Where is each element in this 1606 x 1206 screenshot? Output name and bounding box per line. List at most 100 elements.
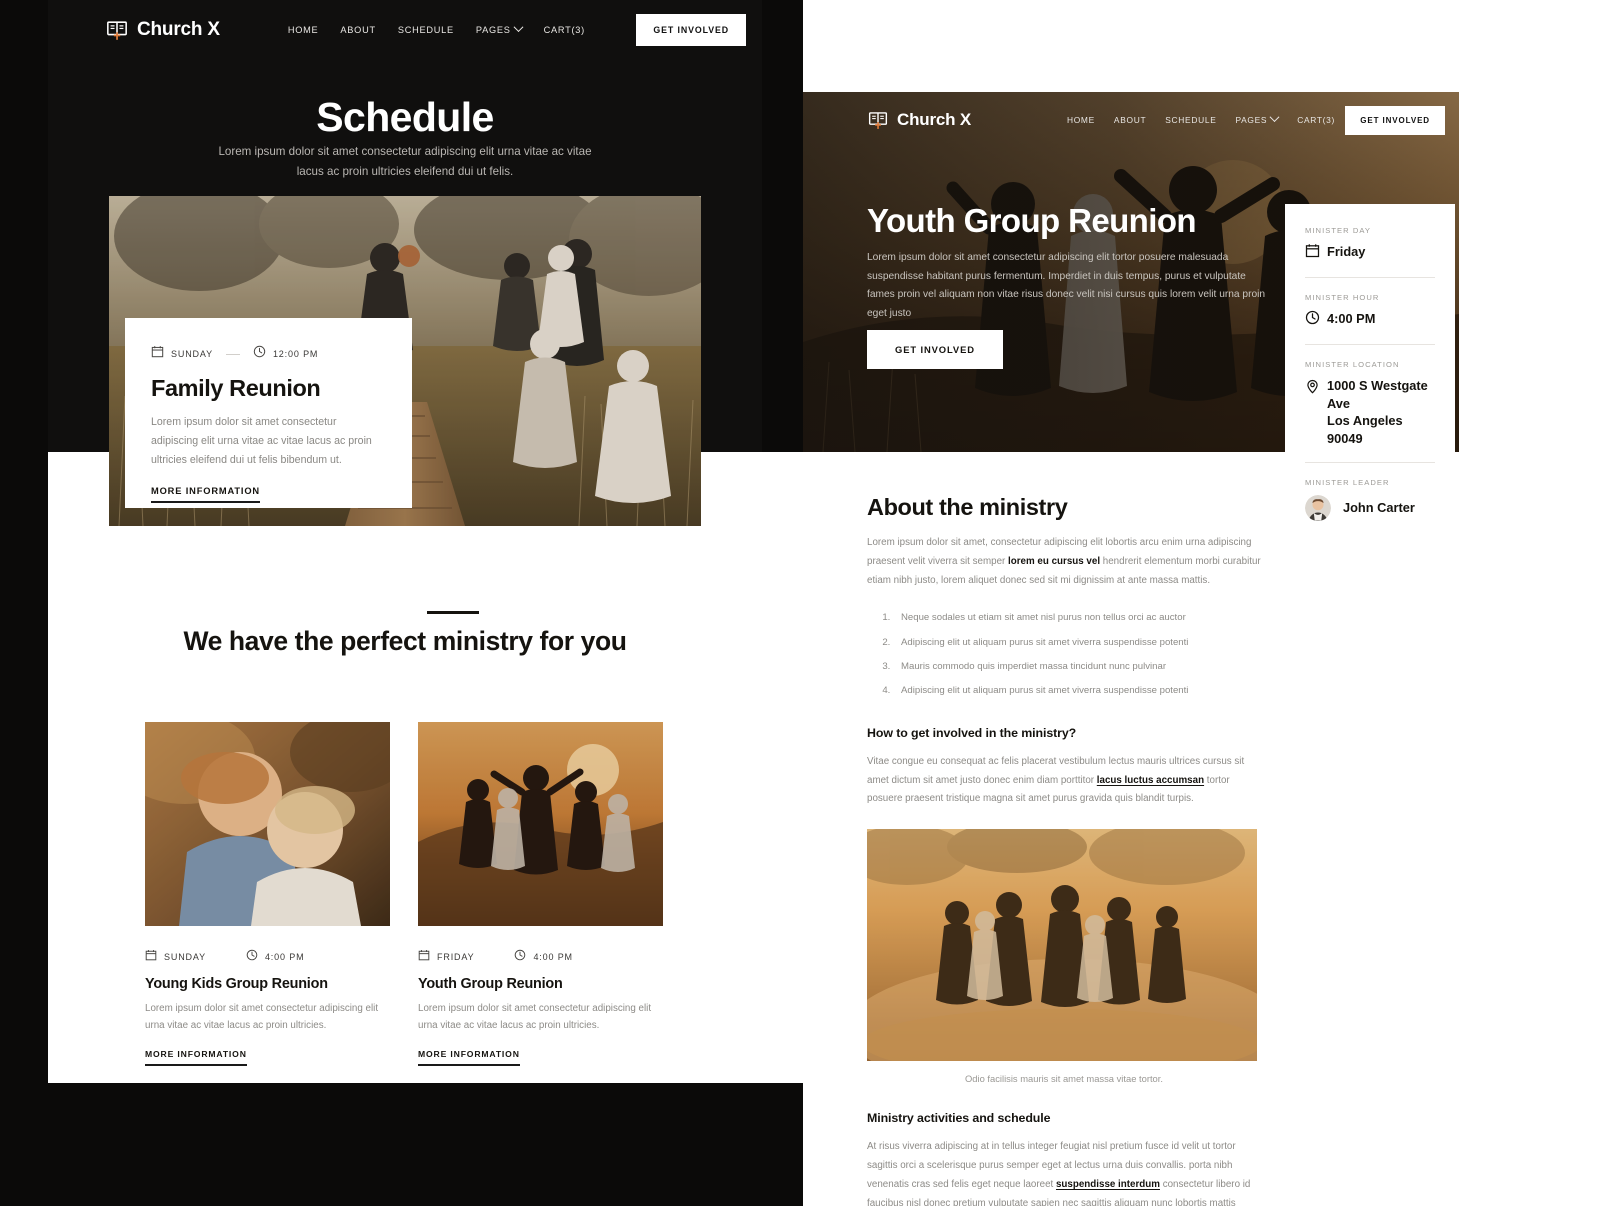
section-rule	[427, 611, 479, 614]
ministry-card-title: Youth Group Reunion	[418, 976, 563, 992]
nav-link-pages-label: PAGES	[1235, 115, 1268, 125]
clock-icon	[514, 948, 526, 966]
nav-link-home[interactable]: HOME	[288, 25, 319, 35]
info-value: John Carter	[1305, 494, 1435, 521]
clock-icon	[246, 948, 258, 966]
ministry-card-time: 4:00 PM	[246, 948, 304, 966]
event-time: 12:00 PM	[253, 345, 318, 363]
list-item: Adipiscing elit ut aliquam purus sit ame…	[893, 635, 1261, 650]
article-about-ministry: About the ministry Lorem ipsum dolor sit…	[867, 494, 1261, 1206]
article-photo	[867, 829, 1257, 1062]
right-page-mockup: Church X HOME ABOUT SCHEDULE PAGES CART(…	[803, 92, 1459, 1206]
get-involved-button[interactable]: GET INVOLVED	[1345, 105, 1445, 135]
article-figure: Odio facilisis mauris sit amet massa vit…	[867, 829, 1261, 1084]
backdrop-block-left-lower	[0, 452, 48, 1206]
map-pin-icon	[1305, 379, 1320, 399]
info-label: MINISTER LEADER	[1305, 477, 1390, 487]
body2-inline-link[interactable]: suspendisse interdum	[1056, 1179, 1160, 1190]
list-item: Mauris commodo quis imperdiet massa tinc…	[893, 659, 1261, 674]
minister-leader-value: John Carter	[1343, 499, 1415, 515]
right-navbar: Church X HOME ABOUT SCHEDULE PAGES CART(…	[803, 92, 1459, 148]
event-time-label: 12:00 PM	[272, 349, 319, 359]
ministry-card-day-label: FRIDAY	[437, 952, 475, 962]
article-intro-paragraph: Lorem ipsum dolor sit amet, consectetur …	[867, 534, 1261, 590]
get-involved-button[interactable]: GET INVOLVED	[636, 14, 746, 46]
avatar	[1305, 494, 1331, 521]
nav-link-cart[interactable]: CART(3)	[1297, 115, 1335, 125]
chevron-down-icon	[1269, 112, 1280, 123]
nav-link-schedule[interactable]: SCHEDULE	[398, 25, 454, 35]
article-subheading-how-to-get-involved: How to get involved in the ministry?	[867, 725, 1077, 740]
ministry-card-meta: FRIDAY 4:00 PM	[418, 948, 663, 966]
brand-name: Church X	[897, 110, 971, 129]
figure-caption: Odio facilisis mauris sit amet massa vit…	[965, 1073, 1163, 1085]
hero-get-involved-button[interactable]: GET INVOLVED	[867, 330, 1003, 369]
info-label: MINISTER LOCATION	[1305, 360, 1400, 369]
calendar-icon	[418, 948, 430, 966]
chevron-down-icon	[513, 22, 524, 33]
nav-link-schedule[interactable]: SCHEDULE	[1165, 115, 1216, 125]
ministry-card-photo	[145, 722, 390, 926]
hero-title: Youth Group Reunion	[867, 202, 1197, 239]
screenshot-canvas: Church X HOME ABOUT SCHEDULE PAGES CART(…	[0, 0, 1606, 1206]
brand-logo[interactable]: Church X	[868, 110, 971, 130]
page-subtitle: Lorem ipsum dolor sit amet consectetur a…	[218, 145, 592, 178]
left-navbar: Church X HOME ABOUT SCHEDULE PAGES CART(…	[48, 0, 762, 60]
info-label: MINISTER HOUR	[1305, 293, 1380, 302]
brand-logo[interactable]: Church X	[106, 19, 220, 41]
ministry-card[interactable]: SUNDAY 4:00 PM Young Kids Group Reunion …	[145, 722, 390, 1066]
ministry-card[interactable]: FRIDAY 4:00 PM Youth Group Reunion Lorem…	[418, 722, 663, 1066]
ministry-card-day: FRIDAY	[418, 948, 474, 966]
nav-link-pages[interactable]: PAGES	[476, 22, 524, 35]
calendar-icon	[151, 345, 164, 363]
article-heading: About the ministry	[867, 494, 1068, 520]
ministry-card-description: Lorem ipsum dolor sit amet consectetur a…	[418, 1003, 652, 1031]
ministry-card-time: 4:00 PM	[514, 948, 572, 966]
ministry-section-heading: We have the perfect ministry for you	[183, 626, 627, 656]
event-meta: SUNDAY 12:00 PM	[151, 345, 386, 363]
meta-divider	[225, 353, 240, 355]
event-description: Lorem ipsum dolor sit amet consectetur a…	[151, 416, 372, 466]
open-book-cross-icon	[868, 110, 888, 130]
article-ordered-list: Neque sodales ut etiam sit amet nisl pur…	[893, 610, 1261, 698]
open-book-cross-icon	[106, 19, 128, 41]
nav-link-home[interactable]: HOME	[1067, 115, 1095, 125]
ministry-card-day: SUNDAY	[145, 948, 206, 966]
info-block-minister-leader: MINISTER LEADER John Carter	[1305, 478, 1435, 521]
list-item: Neque sodales ut etiam sit amet nisl pur…	[893, 610, 1261, 625]
ministry-card-photo	[418, 722, 663, 926]
list-item: Adipiscing elit ut aliquam purus sit ame…	[893, 683, 1261, 698]
hero-lede: Lorem ipsum dolor sit amet consectetur a…	[867, 252, 1266, 319]
info-value: 1000 S Westgate Ave Los Angeles 90049	[1305, 377, 1435, 448]
ministry-card-list: SUNDAY 4:00 PM Young Kids Group Reunion …	[145, 722, 715, 1066]
minister-location-value: 1000 S Westgate Ave Los Angeles 90049	[1327, 378, 1428, 446]
event-title: Family Reunion	[151, 375, 321, 401]
nav-link-pages[interactable]: PAGES	[1235, 112, 1280, 125]
more-information-link[interactable]: MORE INFORMATION	[418, 1049, 520, 1066]
minister-day-value: Friday	[1327, 244, 1366, 259]
nav-link-about[interactable]: ABOUT	[1114, 115, 1146, 125]
backdrop-block-bottom-left	[48, 1083, 803, 1206]
calendar-icon	[1305, 243, 1320, 263]
backdrop-block-mid-right	[762, 0, 803, 452]
info-value: 4:00 PM	[1305, 310, 1435, 330]
calendar-icon	[145, 948, 157, 966]
event-day-label: SUNDAY	[171, 349, 213, 359]
more-information-link[interactable]: MORE INFORMATION	[145, 1049, 247, 1066]
left-page-mockup: Church X HOME ABOUT SCHEDULE PAGES CART(…	[48, 0, 762, 1083]
ministry-card-time-label: 4:00 PM	[533, 952, 573, 962]
event-card-family-reunion[interactable]: SUNDAY 12:00 PM Family Reunion Lorem ips…	[125, 318, 412, 508]
event-day: SUNDAY	[151, 345, 213, 363]
page-title: Schedule	[316, 94, 494, 140]
nav-link-cart[interactable]: CART(3)	[544, 25, 585, 35]
article-subheading-activities: Ministry activities and schedule	[867, 1111, 1051, 1126]
body1-inline-link[interactable]: lacus luctus accumsan	[1097, 775, 1204, 786]
clock-icon	[253, 345, 266, 363]
more-information-link[interactable]: MORE INFORMATION	[151, 486, 260, 503]
minister-hour-value: 4:00 PM	[1327, 311, 1376, 326]
nav-link-about[interactable]: ABOUT	[340, 25, 375, 35]
info-block-minister-day: MINISTER DAY Friday	[1305, 226, 1435, 278]
ministry-card-description: Lorem ipsum dolor sit amet consectetur a…	[145, 1003, 379, 1031]
info-block-minister-hour: MINISTER HOUR 4:00 PM	[1305, 293, 1435, 345]
article-body-paragraph-1: Vitae congue eu consequat ac felis place…	[867, 753, 1261, 809]
